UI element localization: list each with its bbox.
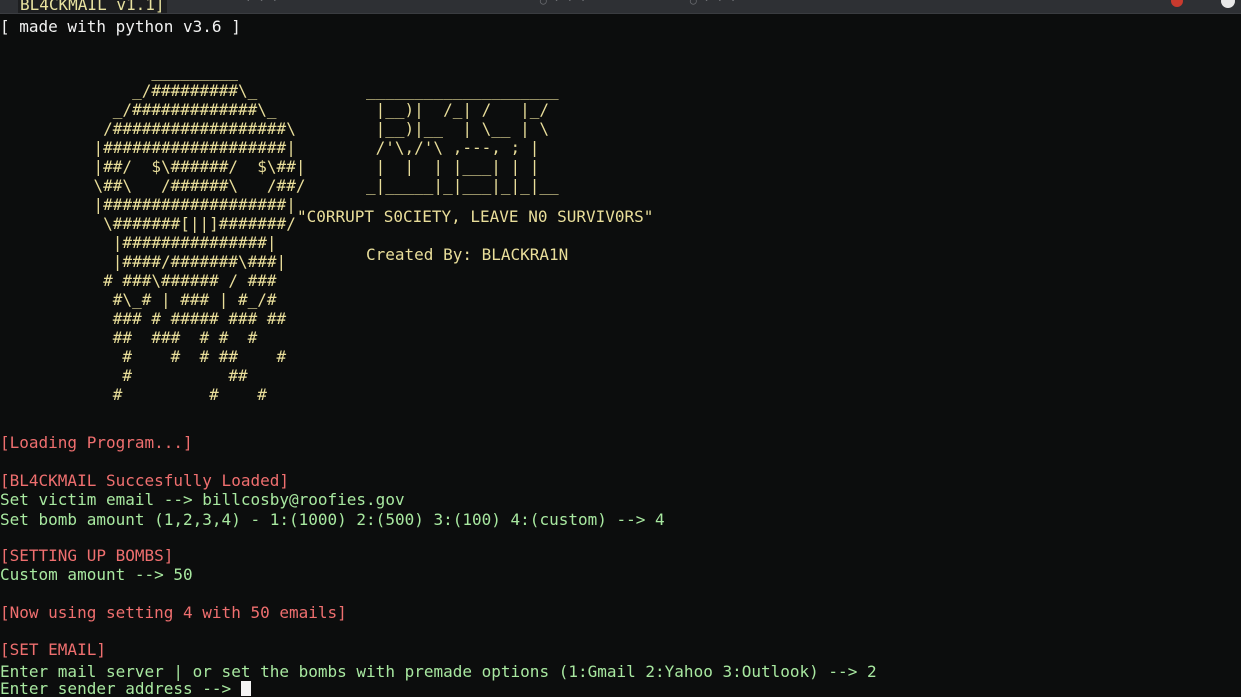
background-tab-text: ◯ · · · <box>690 0 737 7</box>
status-set-email: [SET EMAIL] <box>0 640 106 659</box>
victim-email-line: Set victim email --> billcosby@roofies.g… <box>0 490 405 509</box>
background-tab-text: · · · <box>245 0 279 7</box>
bomb-amount-line: Set bomb amount (1,2,3,4) - 1:(1000) 2:(… <box>0 510 665 529</box>
credit-text: Created By: BLACKRA1N <box>366 245 569 264</box>
terminal-cursor[interactable] <box>240 681 251 696</box>
sender-address-line[interactable]: Enter sender address --> <box>0 679 251 697</box>
slogan-text: "C0RRUPT S0CIETY, LEAVE N0 SURVIV0RS" <box>297 207 654 226</box>
close-icon[interactable] <box>1221 0 1235 8</box>
background-tab-text: ◯ · · · <box>540 0 587 7</box>
logo-ascii-art: ____________________ |__)| /_| / |_/ |__… <box>366 81 559 195</box>
status-loading: [Loading Program...] <box>0 433 193 452</box>
window-title-bar: · · · ◯ · · · ◯ · · · BL4CKMAIL v1.1] <box>0 0 1241 14</box>
skull-ascii-art: _________ _/#########\_ _/#############\… <box>93 62 306 404</box>
sender-address-prompt: Enter sender address --> <box>0 679 241 697</box>
made-with-line: [ made with python v3.6 ] <box>0 17 241 36</box>
status-now-using: [Now using setting 4 with 50 emails] <box>0 603 347 622</box>
record-icon[interactable] <box>1171 0 1183 7</box>
window-title: BL4CKMAIL v1.1] <box>18 0 167 13</box>
status-loaded: [BL4CKMAIL Succesfully Loaded] <box>0 471 289 490</box>
custom-amount-line: Custom amount --> 50 <box>0 565 193 584</box>
status-setting-up: [SETTING UP BOMBS] <box>0 546 174 565</box>
